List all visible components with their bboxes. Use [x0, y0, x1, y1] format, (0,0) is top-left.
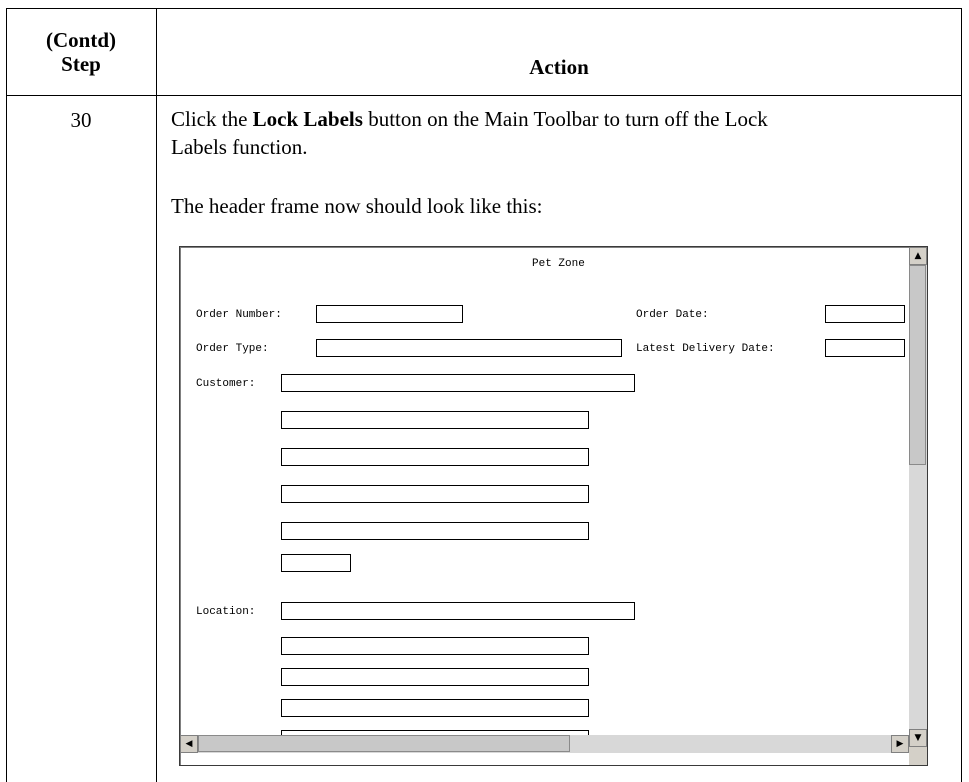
location-label: Location:	[196, 606, 256, 618]
order-date-field[interactable]	[825, 305, 905, 323]
order-type-field[interactable]	[316, 339, 622, 357]
step-header-line2: Step	[61, 52, 101, 76]
customer-address-line-2[interactable]	[281, 448, 589, 466]
step-header-line1: (Contd)	[45, 28, 116, 52]
header-frame-screenshot: Pet Zone Order Number: Order Date: Order…	[179, 246, 928, 766]
scroll-right-icon[interactable]: ▶	[891, 735, 909, 753]
scroll-left-icon[interactable]: ◀	[180, 735, 198, 753]
customer-address-line-3[interactable]	[281, 485, 589, 503]
form-title: Pet Zone	[532, 258, 585, 270]
action-column-header: Action	[529, 55, 589, 79]
instruction-post: button on the Main Toolbar to turn off t…	[362, 107, 768, 131]
vertical-scroll-thumb[interactable]	[909, 265, 926, 465]
location-address-line-2[interactable]	[281, 668, 589, 686]
customer-label: Customer:	[196, 378, 256, 390]
latest-delivery-date-field[interactable]	[825, 339, 905, 357]
lock-labels-term: Lock Labels	[252, 107, 363, 131]
order-number-label: Order Number:	[196, 309, 282, 321]
table-border-right	[961, 8, 962, 782]
scroll-up-icon[interactable]: ▲	[909, 247, 927, 265]
customer-short-field[interactable]	[281, 554, 351, 572]
instruction-text: Click the Lock Labels button on the Main…	[171, 105, 768, 161]
customer-address-line-1[interactable]	[281, 411, 589, 429]
vertical-scrollbar[interactable]: ▲ ▼	[909, 247, 927, 747]
horizontal-scrollbar[interactable]: ◀ ▶	[180, 735, 909, 753]
order-number-field[interactable]	[316, 305, 463, 323]
instruction-pre: Click the	[171, 107, 253, 131]
scrollbar-corner	[909, 747, 927, 765]
step-number: 30	[70, 108, 92, 132]
location-address-line-1[interactable]	[281, 637, 589, 655]
scroll-down-icon[interactable]: ▼	[909, 729, 927, 747]
table-column-divider	[156, 8, 157, 782]
header-frame-form: Pet Zone Order Number: Order Date: Order…	[181, 248, 909, 735]
instruction-line2: Labels function.	[171, 135, 308, 159]
location-address-line-3[interactable]	[281, 699, 589, 717]
customer-address-line-4[interactable]	[281, 522, 589, 540]
latest-delivery-date-label: Latest Delivery Date:	[636, 343, 775, 355]
step-column-header: (Contd) Step	[6, 8, 156, 96]
order-date-label: Order Date:	[636, 309, 709, 321]
horizontal-scroll-thumb[interactable]	[198, 735, 570, 752]
result-text: The header frame now should look like th…	[171, 194, 543, 218]
order-type-label: Order Type:	[196, 343, 269, 355]
location-field[interactable]	[281, 602, 635, 620]
customer-field[interactable]	[281, 374, 635, 392]
